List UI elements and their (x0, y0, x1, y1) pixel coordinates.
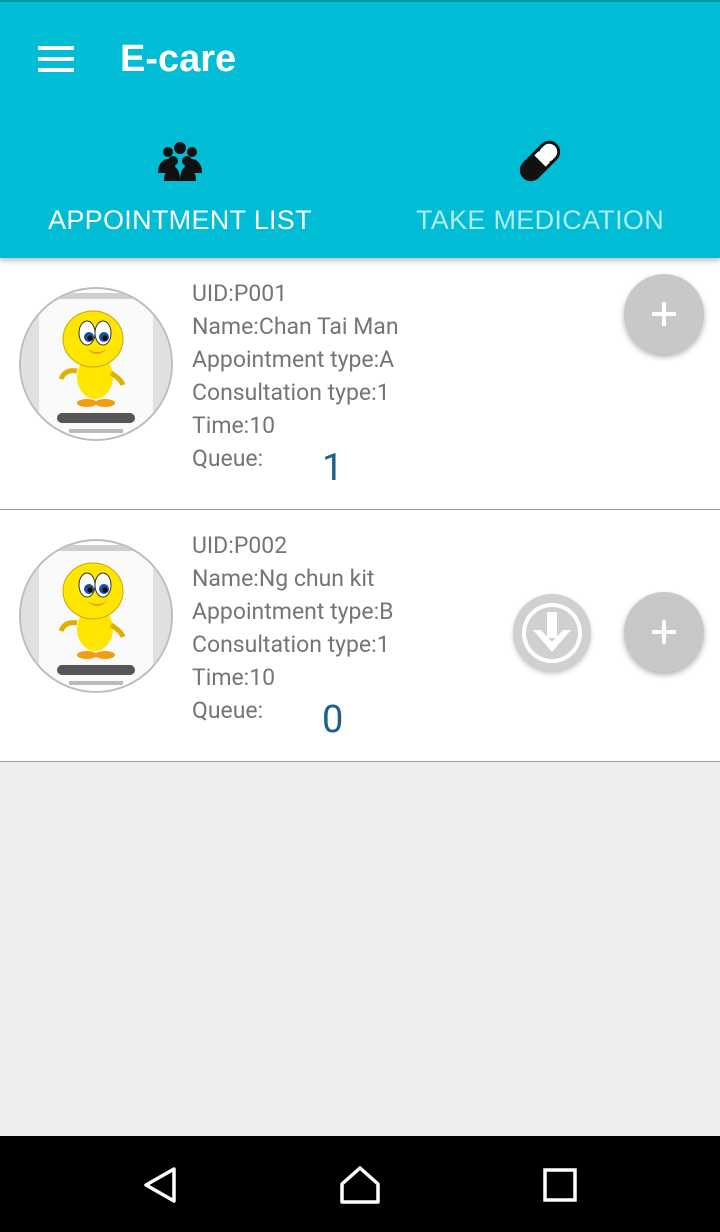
menu-icon[interactable] (26, 34, 86, 84)
list-item[interactable]: UID:P001 Name:Chan Tai Man Appointment t… (0, 258, 720, 510)
move-down-button[interactable] (513, 594, 591, 672)
avatar (19, 539, 173, 693)
system-navigation-bar (0, 1136, 720, 1232)
name-text: Name:Ng chun kit (192, 565, 375, 592)
time-text: Time:10 (192, 412, 276, 439)
uid-text: UID:P001 (192, 280, 288, 307)
time-text: Time:10 (192, 664, 276, 691)
recent-apps-icon[interactable] (530, 1162, 590, 1208)
queue-label: Queue: (192, 697, 264, 724)
appointment-details: UID:P001 Name:Chan Tai Man Appointment t… (192, 277, 399, 475)
consultation-type-text: Consultation type:1 (192, 631, 390, 658)
consultation-type-text: Consultation type:1 (192, 379, 390, 406)
back-icon[interactable] (130, 1162, 190, 1208)
appointment-type-text: Appointment type:A (192, 346, 395, 373)
queue-label: Queue: (192, 445, 264, 472)
uid-text: UID:P002 (192, 532, 288, 559)
appointment-type-text: Appointment type:B (192, 598, 394, 625)
tab-appointment-list[interactable]: APPOINTMENT LIST (0, 122, 360, 260)
add-button[interactable] (624, 274, 704, 354)
group-icon (156, 136, 204, 186)
list-item[interactable]: UID:P002 Name:Ng chun kit Appointment ty… (0, 510, 720, 762)
plus-icon (652, 620, 676, 644)
plus-icon (652, 302, 676, 326)
avatar (19, 287, 173, 441)
tab-take-medication[interactable]: TAKE MEDICATION (360, 122, 720, 260)
name-text: Name:Chan Tai Man (192, 313, 399, 340)
queue-number: 1 (322, 446, 344, 490)
home-icon[interactable] (330, 1162, 390, 1208)
tab-label: TAKE MEDICATION (415, 205, 664, 235)
app-bar: E-care APPOINTMENT LIST TAKE MEDICATION (0, 0, 720, 258)
queue-number: 0 (322, 698, 344, 742)
arrow-down-circle-icon (522, 603, 582, 663)
app-title: E-care (120, 38, 237, 80)
tab-label: APPOINTMENT LIST (48, 205, 312, 235)
add-button[interactable] (624, 592, 704, 672)
appointment-details: UID:P002 Name:Ng chun kit Appointment ty… (192, 529, 394, 727)
pill-icon (514, 136, 566, 186)
